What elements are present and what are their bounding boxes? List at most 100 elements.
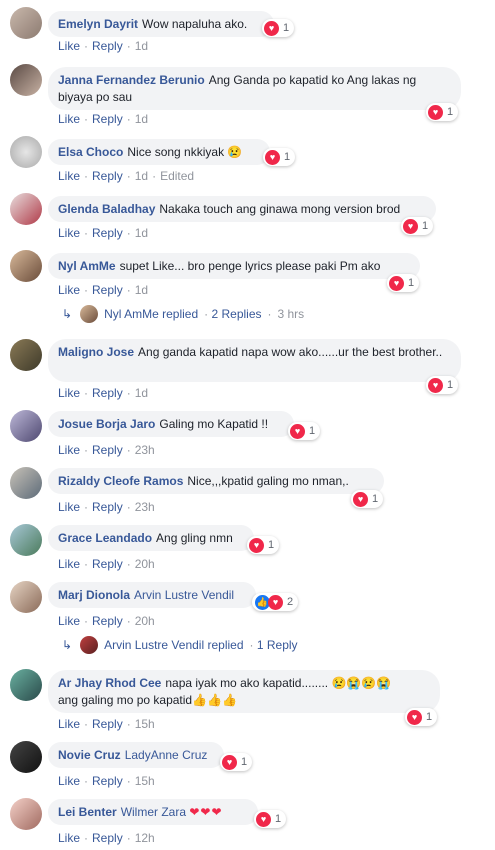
like-link[interactable]: Like <box>58 774 80 788</box>
reply-link[interactable]: Reply <box>92 112 123 126</box>
reply-link[interactable]: Reply <box>92 614 123 628</box>
avatar[interactable] <box>10 524 42 556</box>
comment-bubble: Maligno Jose Ang ganda kapatid napa wow a… <box>48 339 461 382</box>
comment-author[interactable]: Josue Borja Jaro <box>58 417 155 431</box>
timestamp[interactable]: 15h <box>135 774 155 788</box>
comment-actions: Like · Reply · 20h <box>58 614 155 628</box>
avatar[interactable] <box>10 798 42 830</box>
reaction-count[interactable]: ♥ 1 <box>405 708 438 726</box>
comment-author[interactable]: Lei Benter <box>58 805 117 819</box>
reaction-count[interactable]: ♥ 1 <box>351 490 384 508</box>
like-link[interactable]: Like <box>58 39 80 53</box>
like-link[interactable]: Like <box>58 169 80 183</box>
avatar[interactable] <box>10 193 42 225</box>
timestamp[interactable]: 15h <box>135 717 155 731</box>
avatar[interactable] <box>10 669 42 701</box>
timestamp[interactable]: 20h <box>135 557 155 571</box>
comment-text: Ang ganda kapatid napa wow ako......ur t… <box>138 345 443 359</box>
timestamp[interactable]: 23h <box>135 443 155 457</box>
like-link[interactable]: Like <box>58 226 80 240</box>
like-link[interactable]: Like <box>58 831 80 845</box>
like-link[interactable]: Like <box>58 557 80 571</box>
user-tag[interactable]: Wilmer Zara <box>121 805 186 819</box>
heart-icon: ♥ <box>222 754 237 770</box>
comment-author[interactable]: Marj Dionola <box>58 588 130 602</box>
timestamp[interactable]: 1d <box>135 169 148 183</box>
comment-author[interactable]: Novie Cruz <box>58 748 121 762</box>
comment-actions: Like · Reply · 23h <box>58 443 155 457</box>
like-link[interactable]: Like <box>58 614 80 628</box>
view-replies-link[interactable]: ↳ Nyl AmMe replied · 2 Replies · 3 hrs <box>62 305 304 323</box>
comment-author[interactable]: Janna Fernandez Berunio <box>58 73 205 87</box>
avatar[interactable] <box>10 581 42 613</box>
timestamp[interactable]: 1d <box>135 39 148 53</box>
timestamp[interactable]: 20h <box>135 614 155 628</box>
reply-link[interactable]: Reply <box>92 774 123 788</box>
reply-link[interactable]: Reply <box>92 169 123 183</box>
reaction-count[interactable]: ♥ 1 <box>288 422 321 440</box>
comment-author[interactable]: Elsa Choco <box>58 145 123 159</box>
comment-author[interactable]: Ar Jhay Rhod Cee <box>58 676 161 690</box>
comment-actions: Like · Reply · 23h <box>58 500 155 514</box>
reply-link[interactable]: Reply <box>92 717 123 731</box>
comment-author[interactable]: Nyl AmMe <box>58 259 116 273</box>
reply-link[interactable]: Reply <box>92 443 123 457</box>
comment-actions: Like · Reply · 1d <box>58 283 149 297</box>
timestamp[interactable]: 12h <box>135 831 155 845</box>
heart-icon: ♥ <box>249 537 264 553</box>
timestamp[interactable]: 1d <box>135 283 148 297</box>
reply-link[interactable]: Reply <box>92 386 123 400</box>
avatar[interactable] <box>10 339 42 371</box>
avatar[interactable] <box>10 7 42 39</box>
avatar[interactable] <box>10 64 42 96</box>
reaction-count[interactable]: ♥ 1 <box>401 217 434 235</box>
comment-author[interactable]: Rizaldy Cleofe Ramos <box>58 474 183 488</box>
comment-text: Nice,,,kpatid galing mo nman,. <box>187 474 349 488</box>
reply-link[interactable]: Reply <box>92 557 123 571</box>
timestamp[interactable]: 1d <box>135 226 148 240</box>
user-tag[interactable]: Arvin Lustre Vendil <box>134 588 234 602</box>
like-link[interactable]: Like <box>58 386 80 400</box>
reaction-count[interactable]: 👍 ♥ 2 <box>252 593 299 611</box>
reply-arrow-icon: ↳ <box>62 307 73 321</box>
reply-link[interactable]: Reply <box>92 283 123 297</box>
comment-author[interactable]: Emelyn Dayrit <box>58 17 138 31</box>
reply-link[interactable]: Reply <box>92 500 123 514</box>
reaction-count[interactable]: ♥ 1 <box>220 753 253 771</box>
reply-link[interactable]: Reply <box>92 39 123 53</box>
avatar[interactable] <box>10 467 42 499</box>
like-link[interactable]: Like <box>58 283 80 297</box>
timestamp[interactable]: 1d <box>135 386 148 400</box>
like-link[interactable]: Like <box>58 443 80 457</box>
heart-icon: ♥ <box>256 811 271 827</box>
timestamp[interactable]: 23h <box>135 500 155 514</box>
comment-author[interactable]: Glenda Baladhay <box>58 202 155 216</box>
reaction-count[interactable]: ♥ 1 <box>263 148 296 166</box>
like-link[interactable]: Like <box>58 717 80 731</box>
avatar[interactable] <box>10 250 42 282</box>
user-tag[interactable]: LadyAnne Cruz <box>125 748 208 762</box>
reply-arrow-icon: ↳ <box>62 638 73 652</box>
reaction-count[interactable]: ♥ 1 <box>387 274 420 292</box>
timestamp[interactable]: 1d <box>135 112 148 126</box>
reply-link[interactable]: Reply <box>92 226 123 240</box>
reaction-count[interactable]: ♥ 1 <box>426 103 459 121</box>
reply-link[interactable]: Reply <box>92 831 123 845</box>
avatar[interactable] <box>10 136 42 168</box>
view-replies-link[interactable]: ↳ Arvin Lustre Vendil replied · 1 Reply <box>62 636 298 654</box>
like-link[interactable]: Like <box>58 112 80 126</box>
avatar[interactable] <box>10 741 42 773</box>
reaction-count[interactable]: ♥ 1 <box>254 810 287 828</box>
avatar[interactable] <box>10 410 42 442</box>
reaction-count[interactable]: ♥ 1 <box>426 376 459 394</box>
reaction-count[interactable]: ♥ 1 <box>262 19 295 37</box>
heart-icon: ♥ <box>353 491 368 507</box>
comment-text: supet Like... bro penge lyrics please pa… <box>119 259 381 273</box>
reaction-count[interactable]: ♥ 1 <box>247 536 280 554</box>
comment-author[interactable]: Grace Leandado <box>58 531 152 545</box>
like-link[interactable]: Like <box>58 500 80 514</box>
comment-author[interactable]: Maligno Jose <box>58 345 134 359</box>
heart-icon: ♥ <box>428 104 443 120</box>
heart-icon: ♥ <box>428 377 443 393</box>
comment-text: Nakaka touch ang ginawa mong version bro… <box>159 202 401 216</box>
